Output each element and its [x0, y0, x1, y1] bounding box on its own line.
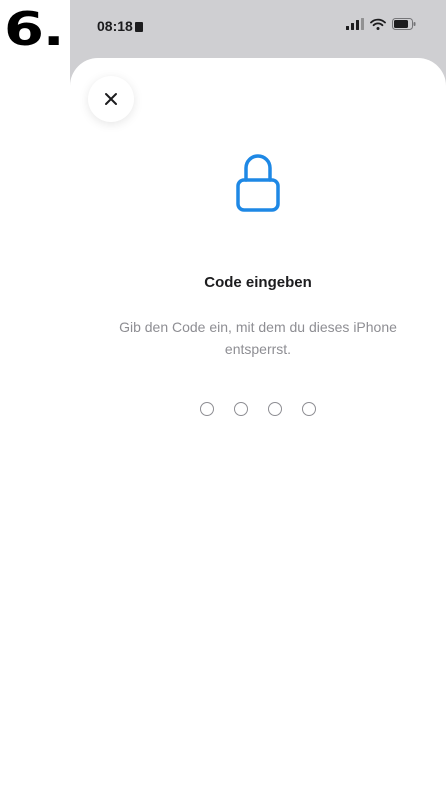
signal-icon: [346, 18, 364, 30]
passcode-dot: [234, 402, 248, 416]
status-bar: 08:18: [70, 0, 446, 56]
instruction-text: Gib den Code ein, mit dem du dieses iPho…: [119, 319, 397, 357]
phone-screen: 08:18 Code eingeben Gib den Code ein, mi…: [70, 0, 446, 811]
status-time: 08:18: [97, 18, 143, 34]
step-number: 6.: [4, 2, 65, 56]
page-title: Code eingeben: [204, 274, 312, 291]
wifi-icon: [370, 18, 386, 30]
passcode-dot: [268, 402, 282, 416]
passcode-dot: [200, 402, 214, 416]
close-button[interactable]: [88, 76, 134, 122]
passcode-dots: [70, 402, 446, 416]
tutorial-page: 6. 08:18 Code eingeben Gib den Code ein,…: [0, 0, 446, 811]
status-icons: [346, 18, 416, 30]
focus-badge-icon: [134, 22, 143, 32]
lock-icon: [236, 154, 280, 212]
status-time-text: 08:18: [97, 18, 133, 34]
passcode-sheet: Code eingeben Gib den Code ein, mit dem …: [70, 58, 446, 811]
battery-icon: [392, 18, 416, 30]
close-icon: [105, 93, 117, 105]
passcode-dot: [302, 402, 316, 416]
